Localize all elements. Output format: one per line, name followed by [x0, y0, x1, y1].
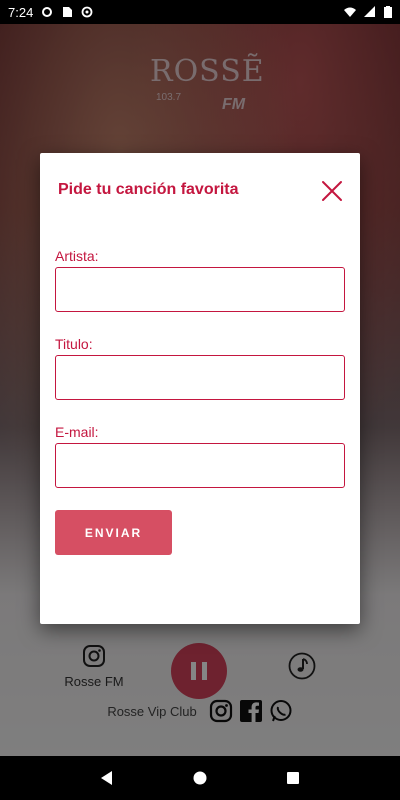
- song-request-dialog: Pide tu canción favorita Artista: Titulo…: [40, 153, 360, 624]
- title-label: Titulo:: [55, 336, 93, 352]
- wifi-icon: [344, 7, 356, 17]
- artist-field[interactable]: [55, 267, 345, 312]
- signal-icon: [364, 6, 375, 17]
- title-field[interactable]: [55, 355, 345, 400]
- artist-label: Artista:: [55, 248, 99, 264]
- status-time: 7:24: [8, 4, 34, 20]
- status-bar: 7:24: [0, 0, 400, 24]
- email-label: E-mail:: [55, 424, 99, 440]
- sim-card-icon: [63, 7, 73, 17]
- battery-icon: [384, 6, 392, 18]
- recents-icon[interactable]: [285, 770, 301, 786]
- email-field[interactable]: [55, 443, 345, 488]
- dialog-title: Pide tu canción favorita: [58, 181, 239, 198]
- home-icon[interactable]: [192, 770, 208, 786]
- gear-icon: [42, 7, 53, 17]
- sync-icon: [81, 6, 93, 18]
- back-icon[interactable]: [99, 770, 115, 786]
- navigation-bar: [0, 756, 400, 800]
- close-icon[interactable]: [320, 179, 344, 203]
- send-button[interactable]: ENVIAR: [55, 510, 172, 555]
